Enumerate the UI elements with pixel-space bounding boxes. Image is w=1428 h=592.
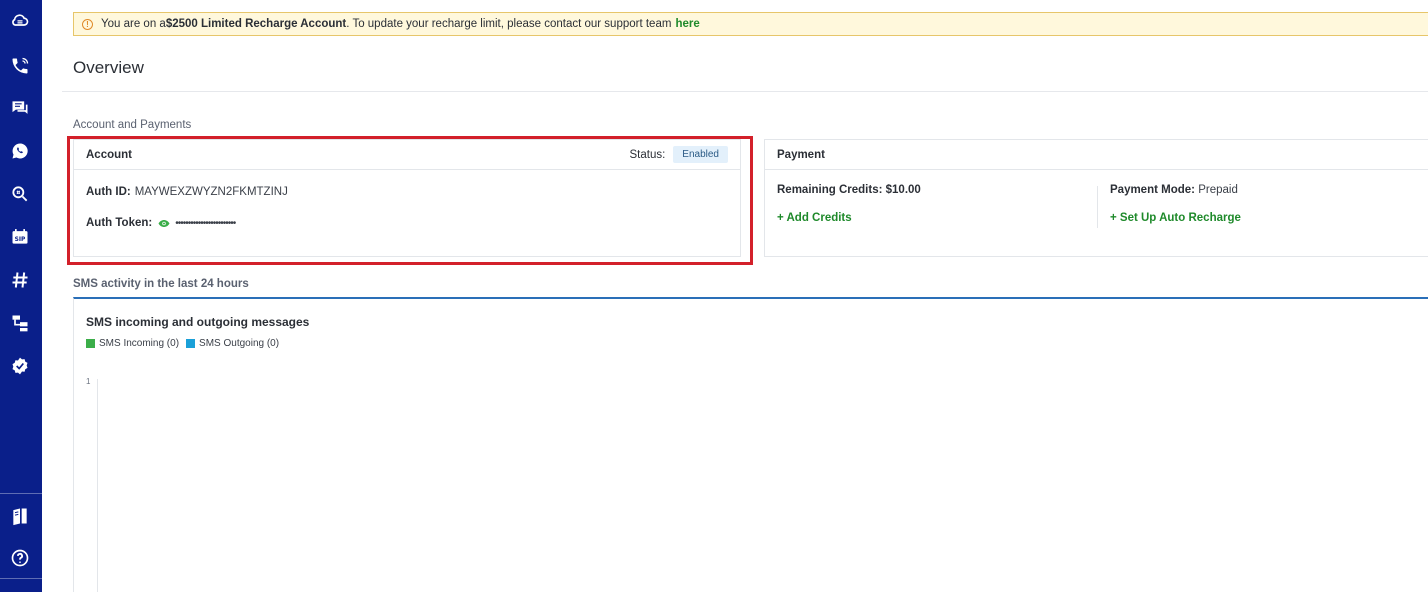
auth-token-row: Auth Token: •••••••••••••••••••••••• — [86, 217, 236, 229]
sidebar-divider-bottom — [0, 578, 42, 579]
phone-icon[interactable] — [9, 55, 31, 77]
messages-icon[interactable] — [9, 97, 31, 119]
chart-title: SMS incoming and outgoing messages — [86, 315, 310, 329]
sms-activity-label: SMS activity in the last 24 hours — [73, 278, 249, 290]
auth-id-label: Auth ID: — [86, 186, 131, 198]
page-title: Overview — [73, 58, 144, 77]
docs-icon[interactable] — [9, 505, 31, 527]
payment-mode: Payment Mode: Prepaid — [1110, 184, 1238, 196]
eye-icon[interactable] — [158, 219, 170, 228]
account-payments-label: Account and Payments — [73, 119, 192, 131]
sms-chart-card: SMS incoming and outgoing messages SMS I… — [73, 297, 1428, 592]
banner-account-type: $2500 Limited Recharge Account — [165, 18, 347, 30]
banner-suffix: . To update your recharge limit, please … — [346, 18, 672, 30]
chart-legend: SMS Incoming (0) SMS Outgoing (0) — [86, 338, 286, 349]
legend-outgoing[interactable]: SMS Outgoing (0) — [186, 338, 279, 349]
remaining-credits: Remaining Credits: $10.00 — [777, 184, 921, 196]
add-credits-link[interactable]: + Add Credits — [777, 212, 852, 224]
flow-icon[interactable] — [9, 312, 31, 334]
payment-mode-label: Payment Mode: — [1110, 184, 1195, 196]
status: Status: Enabled — [629, 146, 728, 163]
y-tick-label: 1 — [86, 377, 91, 386]
hash-icon[interactable] — [9, 269, 31, 291]
warning-icon: ! — [82, 18, 93, 30]
payment-card-title: Payment — [777, 148, 825, 161]
status-badge: Enabled — [673, 146, 728, 163]
payment-card: Payment Remaining Credits: $10.00 + Add … — [764, 139, 1428, 257]
auto-recharge-link[interactable]: + Set Up Auto Recharge — [1110, 212, 1241, 224]
banner-prefix: You are on a — [101, 18, 166, 30]
whatsapp-icon[interactable] — [9, 140, 31, 162]
auth-id-row: Auth ID: MAYWEXZWYZN2FKMTZINJ — [86, 186, 288, 198]
legend-incoming-swatch — [86, 339, 95, 348]
legend-outgoing-label: SMS Outgoing (0) — [199, 338, 280, 349]
account-card-header: Account Status: Enabled — [74, 140, 740, 170]
recharge-limit-banner: ! You are on a $2500 Limited Recharge Ac… — [73, 12, 1428, 36]
status-label: Status: — [629, 148, 666, 161]
payment-mode-value: Prepaid — [1198, 184, 1238, 196]
svg-text:SIP: SIP — [15, 237, 26, 243]
sidebar: SIP — [0, 0, 42, 592]
help-icon[interactable] — [9, 547, 31, 569]
legend-incoming[interactable]: SMS Incoming (0) — [86, 338, 179, 349]
auth-id-value[interactable]: MAYWEXZWYZN2FKMTZINJ — [135, 186, 288, 198]
legend-incoming-label: SMS Incoming (0) — [99, 338, 180, 349]
sidebar-divider — [0, 493, 42, 494]
remaining-credits-label: Remaining Credits: — [777, 184, 883, 196]
auth-token-value: •••••••••••••••••••••••• — [175, 217, 236, 229]
auth-token-label: Auth Token: — [86, 217, 153, 229]
cloud-icon[interactable] — [9, 9, 31, 31]
payment-card-header: Payment — [765, 140, 1428, 170]
banner-support-link[interactable]: here — [675, 18, 699, 30]
search-numbers-icon[interactable] — [9, 183, 31, 205]
account-card-title: Account — [86, 148, 132, 161]
title-divider — [62, 91, 1428, 92]
payment-divider — [1097, 186, 1098, 228]
remaining-credits-value: $10.00 — [885, 184, 921, 196]
verify-icon[interactable] — [9, 355, 31, 377]
account-card: Account Status: Enabled Auth ID: MAYWEXZ… — [73, 139, 741, 257]
y-axis — [97, 379, 98, 592]
legend-outgoing-swatch — [186, 339, 196, 348]
sip-icon[interactable]: SIP — [9, 226, 31, 248]
